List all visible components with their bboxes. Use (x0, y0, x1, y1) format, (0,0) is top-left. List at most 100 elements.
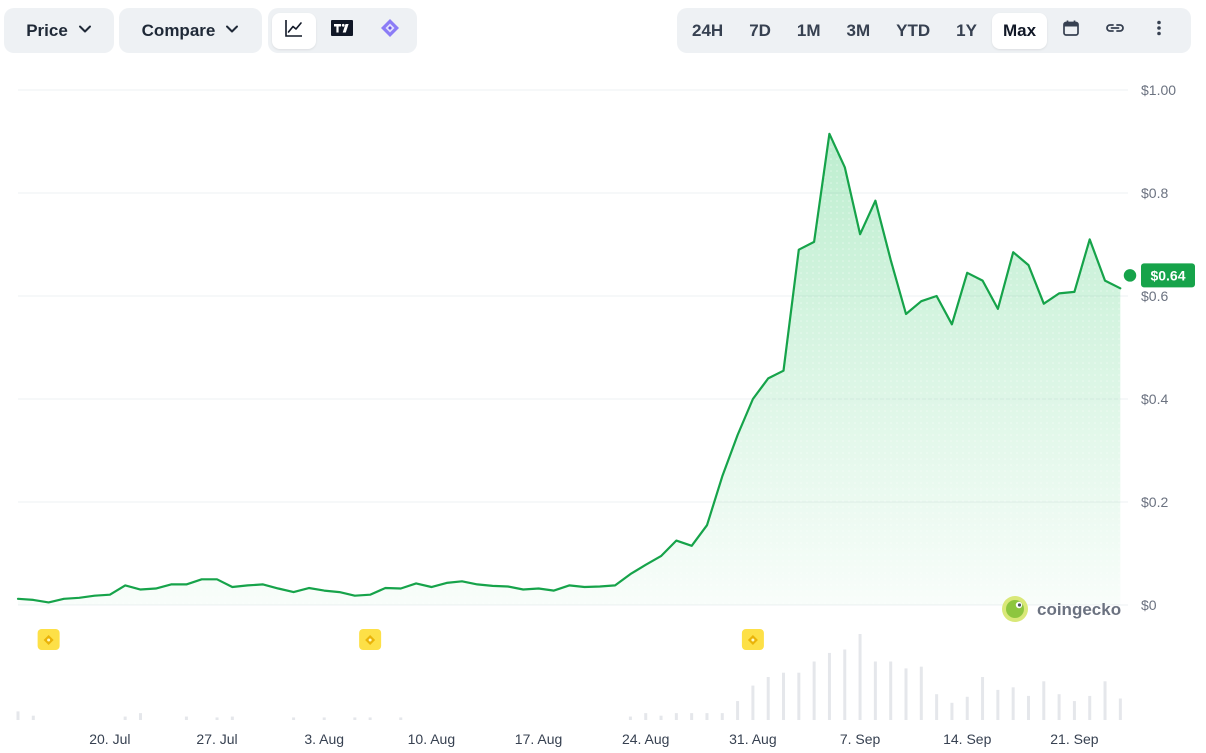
range-button-1m[interactable]: 1M (786, 13, 832, 49)
volume-bar (705, 713, 709, 720)
y-tick-label: $0 (1141, 597, 1157, 613)
volume-bar (1011, 687, 1015, 720)
y-tick-label: $0.4 (1141, 391, 1168, 407)
x-tick-label: 17. Aug (515, 731, 563, 747)
event-marker-icon[interactable] (359, 629, 382, 650)
time-range-selector: 24H 7D 1M 3M YTD 1Y Max (677, 8, 1191, 53)
volume-bar (31, 715, 35, 720)
volume-bar (1103, 681, 1107, 720)
x-tick-label: 14. Sep (943, 731, 991, 747)
volume-bar (644, 713, 648, 720)
price-dropdown-label: Price (26, 20, 68, 40)
toolbar: Price Compare 24H 7D 1M 3M YTD 1Y Max (0, 8, 1206, 54)
range-button-7d[interactable]: 7D (738, 13, 782, 49)
volume-bar (812, 661, 816, 720)
price-chart: $1.00 $0.8 $0.6 $0.4 $0.2 $0 20. Jul 27. Jul 3.… (16, 82, 1195, 747)
volume-bar (782, 672, 786, 720)
x-tick-label: 3. Aug (304, 731, 344, 747)
coingecko-watermark: coingecko (1002, 596, 1121, 622)
range-button-3m[interactable]: 3M (836, 13, 882, 49)
tradingview-icon (331, 20, 353, 41)
more-vertical-button[interactable] (1139, 13, 1179, 49)
x-axis: 20. Jul 27. Jul 3. Aug 10. Aug 17. Aug 24. Au… (89, 731, 1099, 747)
x-tick-label: 31. Aug (729, 731, 777, 747)
volume-bar (996, 689, 1000, 720)
volume-bar (904, 668, 908, 720)
price-area-texture (18, 133, 1121, 606)
volume-bar (736, 701, 740, 720)
calendar-icon (1062, 19, 1080, 42)
y-tick-label: $0.6 (1141, 288, 1168, 304)
volume-bar (215, 717, 219, 720)
volume-bar (720, 713, 724, 720)
volume-bar (1026, 695, 1030, 720)
volume-bar (1088, 695, 1092, 720)
x-tick-label: 10. Aug (408, 731, 456, 747)
tradingview-button[interactable] (320, 13, 364, 49)
price-dropdown[interactable]: Price (4, 8, 114, 53)
volume-bar (873, 661, 877, 720)
compare-dropdown[interactable]: Compare (119, 8, 262, 53)
range-button-1y[interactable]: 1Y (945, 13, 988, 49)
volume-bar (659, 715, 663, 720)
volume-bar (1118, 698, 1122, 720)
range-button-24h[interactable]: 24H (681, 13, 734, 49)
diamond-button[interactable] (368, 13, 412, 49)
volume-bar (827, 652, 831, 720)
watermark-text: coingecko (1037, 600, 1121, 619)
volume-bar (919, 666, 923, 720)
chevron-down-icon (225, 21, 239, 41)
calendar-button[interactable] (1051, 13, 1091, 49)
range-button-ytd[interactable]: YTD (885, 13, 941, 49)
volume-bar (889, 661, 893, 720)
link-button[interactable] (1095, 13, 1135, 49)
volume-bar (858, 634, 862, 720)
event-markers (37, 629, 764, 650)
volume-bar (292, 717, 296, 720)
volume-bar (123, 716, 127, 720)
x-tick-label: 24. Aug (622, 731, 670, 747)
volume-bar (399, 717, 403, 720)
gecko-logo-icon (1002, 596, 1028, 622)
y-tick-label: $0.8 (1141, 185, 1168, 201)
volume-bar (935, 694, 939, 720)
x-tick-label: 21. Sep (1050, 731, 1098, 747)
volume-bar (981, 677, 985, 720)
volume-bar (1042, 681, 1046, 720)
price-area (18, 133, 1121, 606)
current-price-dot (1122, 267, 1138, 284)
line-chart-icon (284, 18, 304, 43)
volume-bar (322, 717, 326, 720)
volume-bar (1072, 701, 1076, 720)
event-marker-icon[interactable] (741, 629, 764, 650)
volume-bar (230, 716, 234, 720)
y-tick-label: $0.2 (1141, 494, 1168, 510)
chevron-down-icon (78, 21, 92, 41)
x-tick-label: 27. Jul (196, 731, 237, 747)
y-axis: $1.00 $0.8 $0.6 $0.4 $0.2 $0 (1141, 82, 1176, 613)
volume-bar (138, 713, 142, 720)
volume-bar (184, 716, 188, 720)
volume-bar (797, 672, 801, 720)
volume-bar (751, 685, 755, 720)
volume-bar (690, 713, 694, 720)
diamond-icon (380, 18, 400, 43)
volume-bar (965, 696, 969, 720)
current-price-tag: $0.64 (1122, 263, 1195, 288)
compare-dropdown-label: Compare (141, 20, 216, 40)
volume-bar (1057, 694, 1061, 720)
volume-bar (843, 649, 847, 720)
volume-bar (353, 717, 357, 720)
volume-bar (950, 702, 954, 720)
volume-bar (628, 716, 632, 720)
x-tick-label: 7. Sep (840, 731, 881, 747)
event-marker-icon[interactable] (37, 629, 60, 650)
volume-bar (368, 717, 372, 720)
y-tick-label: $1.00 (1141, 82, 1176, 98)
chart-type-toggle (268, 8, 417, 53)
volume-bar (674, 713, 678, 720)
link-icon (1104, 19, 1126, 42)
range-button-max[interactable]: Max (991, 12, 1048, 49)
line-chart-button[interactable] (272, 12, 316, 49)
current-price-label: $0.64 (1150, 267, 1185, 283)
